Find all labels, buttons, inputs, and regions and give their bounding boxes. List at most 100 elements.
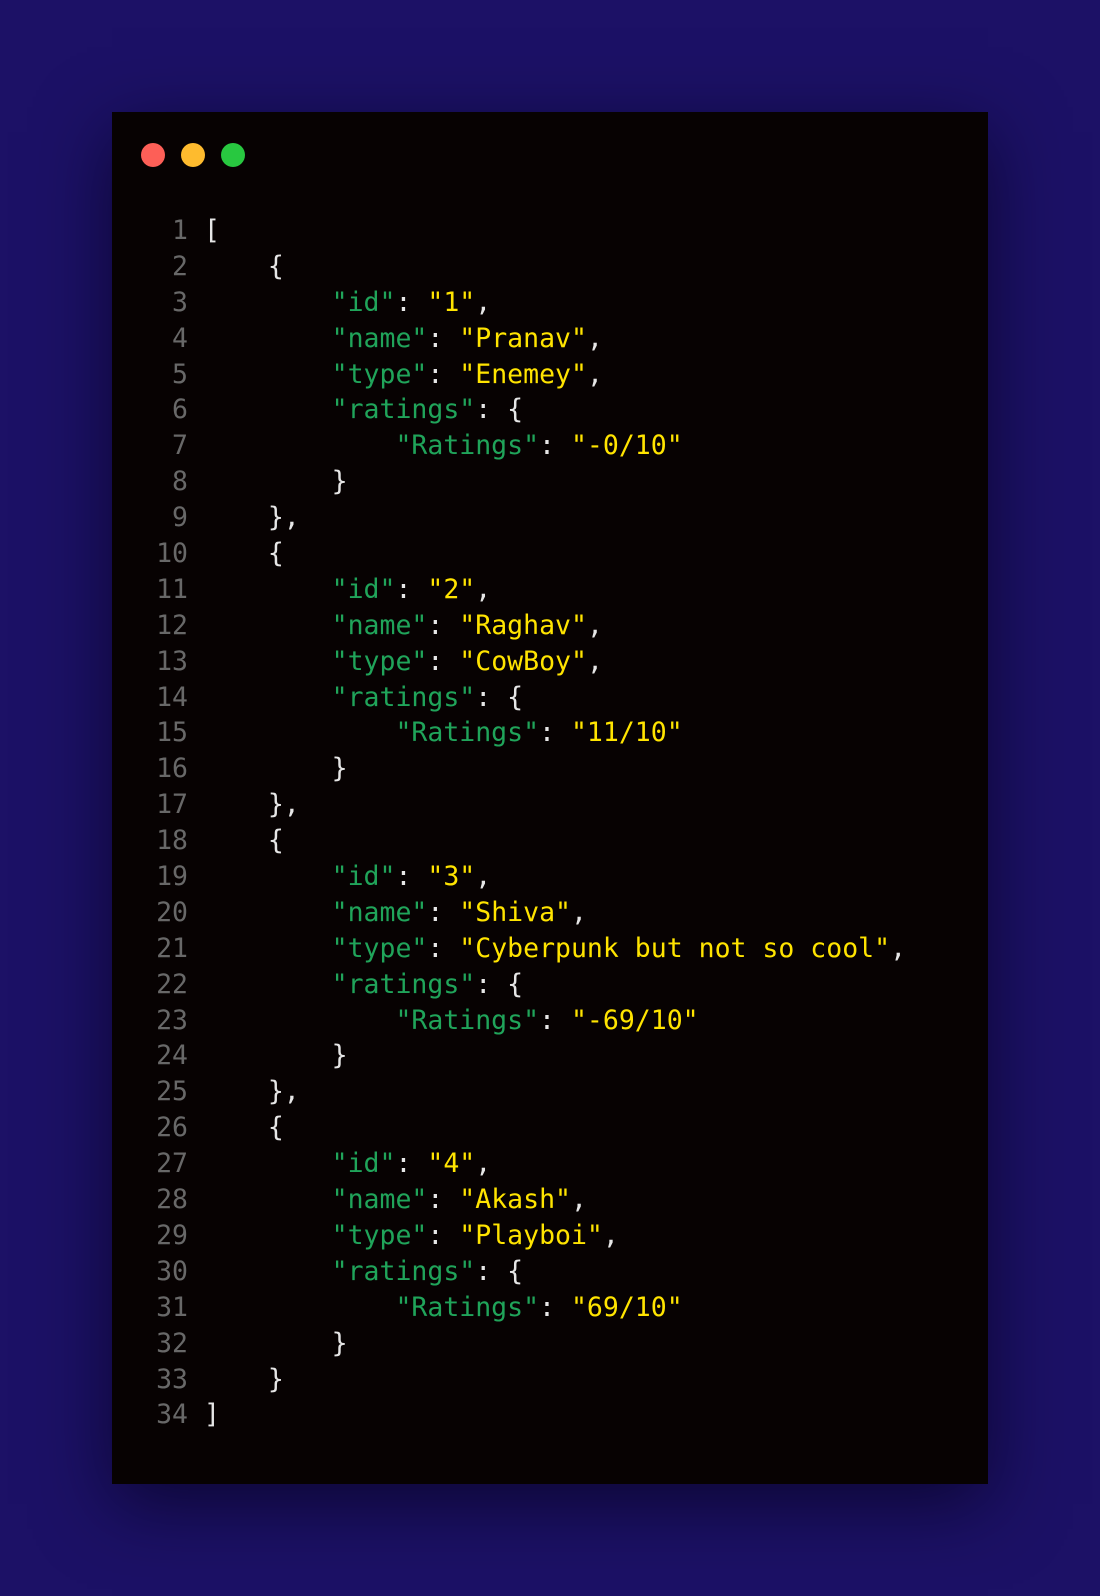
json-punctuation: { [204,1112,284,1144]
json-punctuation: } [204,1327,348,1359]
code-line: 11 "id": "2", [112,572,988,608]
code-line: 27 "id": "4", [112,1146,988,1182]
json-punctuation [204,323,332,354]
json-punctuation [204,646,332,677]
json-punctuation: }, [204,502,300,534]
json-key: "ratings" [331,1255,476,1287]
json-string: "1" [427,286,476,318]
code-line: 2 { [112,249,988,285]
line-number: 4 [172,322,188,354]
json-key: "name" [331,1184,428,1216]
line-number: 14 [156,681,188,713]
json-punctuation: : [427,609,460,641]
json-punctuation: } [204,1040,348,1072]
code-line: 16 } [112,751,988,787]
line-number: 23 [156,1004,188,1036]
json-punctuation [204,430,395,461]
json-punctuation: : [427,645,460,677]
json-punctuation [204,969,332,1000]
code-line: 28 "name": "Akash", [112,1182,988,1218]
json-punctuation [204,897,332,928]
json-key: "id" [331,286,396,318]
code-line: 31 "Ratings": "69/10" [112,1290,988,1326]
json-punctuation: , [570,896,587,928]
json-key: "Ratings" [395,717,540,749]
json-key: "Ratings" [395,430,540,462]
line-number: 1 [172,215,188,246]
json-string: "Shiva" [459,896,571,928]
line-number: 31 [156,1291,188,1323]
code-line: 14 "ratings": { [112,680,988,716]
json-punctuation: [ [204,215,220,246]
code-line: 4 "name": "Pranav", [112,321,988,357]
json-punctuation: : [427,932,460,964]
json-punctuation: : [427,1184,460,1216]
json-string: "CowBoy" [459,645,587,677]
line-number: 28 [156,1184,188,1216]
code-line: 1[ [112,213,988,249]
json-punctuation: , [475,286,492,318]
line-number: 27 [156,1148,188,1180]
code-line: 30 "ratings": { [112,1254,988,1290]
line-number: 9 [172,502,188,534]
code-line: 20 "name": "Shiva", [112,895,988,931]
line-number: 2 [172,250,188,282]
json-punctuation: , [890,932,907,964]
json-key: "type" [331,1219,428,1251]
json-string: "Akash" [459,1184,571,1216]
json-string: "Playboi" [459,1219,603,1251]
json-punctuation [204,1256,332,1287]
line-number: 29 [156,1219,188,1251]
close-button[interactable] [141,143,165,167]
json-key: "type" [331,645,428,677]
line-number: 12 [156,609,188,641]
json-punctuation: , [570,1184,587,1216]
line-number: 17 [156,789,188,821]
code-line: 33 } [112,1362,988,1398]
json-string: "2" [427,573,476,605]
json-punctuation: } [204,1363,284,1395]
json-punctuation: : [427,1219,460,1251]
line-number: 10 [156,538,188,570]
json-string: "Cyberpunk but not so cool" [459,932,891,964]
json-punctuation: { [204,250,284,282]
line-number: 24 [156,1040,188,1072]
json-punctuation: { [204,825,284,857]
line-number: 13 [156,645,188,677]
code-line: 26 { [112,1110,988,1146]
code-line: 29 "type": "Playboi", [112,1218,988,1254]
json-punctuation: ] [204,1399,220,1431]
json-punctuation [204,394,332,425]
json-punctuation: : [395,573,428,605]
line-number: 19 [156,861,188,893]
json-punctuation: : [395,861,428,893]
json-key: "name" [331,896,428,928]
json-key: "ratings" [331,968,476,1000]
json-key: "ratings" [331,681,476,713]
json-string: "-0/10" [570,430,683,462]
line-number: 16 [156,753,188,785]
json-string: "4" [427,1148,476,1180]
json-punctuation [204,682,332,713]
json-key: "Ratings" [395,1291,540,1323]
json-punctuation: : [427,322,460,354]
json-key: "ratings" [331,394,476,426]
code-line: 34] [112,1397,988,1433]
json-punctuation [204,1148,332,1179]
json-punctuation: : { [475,681,524,713]
line-number: 21 [156,932,188,964]
line-number: 8 [172,466,188,498]
minimize-button[interactable] [181,143,205,167]
json-string: "Raghav" [459,609,587,641]
code-line: 17 }, [112,787,988,823]
json-punctuation [204,861,332,892]
code-line: 8 } [112,464,988,500]
json-punctuation [204,933,332,964]
json-punctuation [204,717,395,748]
json-key: "id" [331,861,396,893]
code-line: 10 { [112,536,988,572]
json-punctuation: }, [204,1076,300,1108]
code-line: 32 } [112,1326,988,1362]
line-number: 26 [156,1112,188,1144]
maximize-button[interactable] [221,143,245,167]
